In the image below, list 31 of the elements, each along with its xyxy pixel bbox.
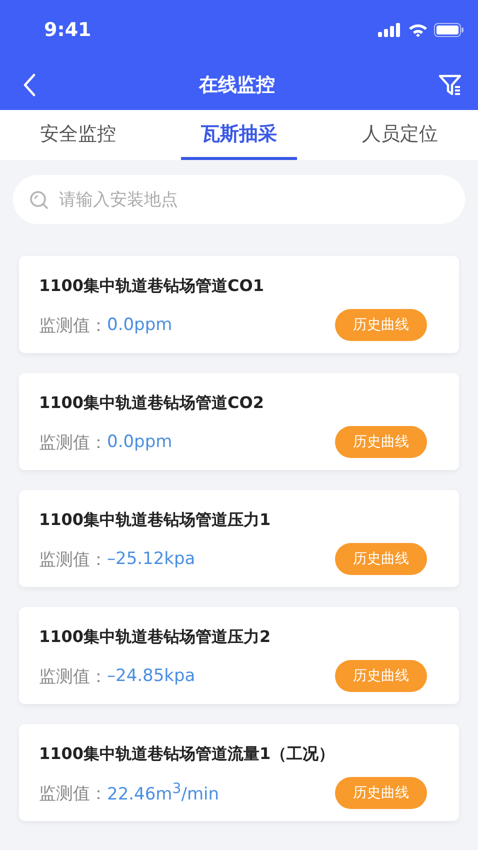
history-button[interactable]: 历史曲线 [335,660,427,692]
history-button[interactable]: 历史曲线 [335,426,427,458]
card-title: 1100集中轨道巷钻场管道CO1 [39,276,266,297]
filter-icon[interactable] [438,73,462,97]
page-title: 在线监控 [198,73,276,98]
signal-icon [378,23,402,37]
value-label: 监测值： [39,666,107,688]
status-time: 9:41 [44,19,92,41]
monitor-value: 0.0ppm [107,315,174,335]
monitor-value: –24.85kpa [107,666,196,686]
battery-icon [434,23,464,37]
history-button[interactable]: 历史曲线 [335,543,427,575]
value-label: 监测值： [39,432,107,454]
history-button[interactable]: 历史曲线 [335,309,427,341]
tab[interactable]: 瓦斯抽采 [181,110,297,160]
card-title: 1100集中轨道巷钻场管道压力1 [39,510,272,531]
search-field[interactable]: 请输入安装地点 [13,175,465,224]
value-label: 监测值： [39,314,107,336]
history-button[interactable]: 历史曲线 [335,777,427,809]
value-label: 监测值： [39,548,107,570]
card-title: 1100集中轨道巷钻场管道压力2 [39,627,272,648]
tab[interactable]: 人员定位 [342,110,458,160]
monitor-value: –25.12kpa [107,549,196,569]
back-icon[interactable] [22,73,36,97]
monitor-value: 22.46m$^{3}$/min [107,781,220,805]
wifi-icon [408,23,428,37]
monitor-value: 0.0ppm [107,432,174,452]
card-title: 1100集中轨道巷钻场管道流量1（工况） [39,744,336,765]
tab[interactable]: 安全监控 [20,110,136,160]
value-label: 监测值： [39,782,107,804]
card-title: 1100集中轨道巷钻场管道CO2 [39,393,266,414]
